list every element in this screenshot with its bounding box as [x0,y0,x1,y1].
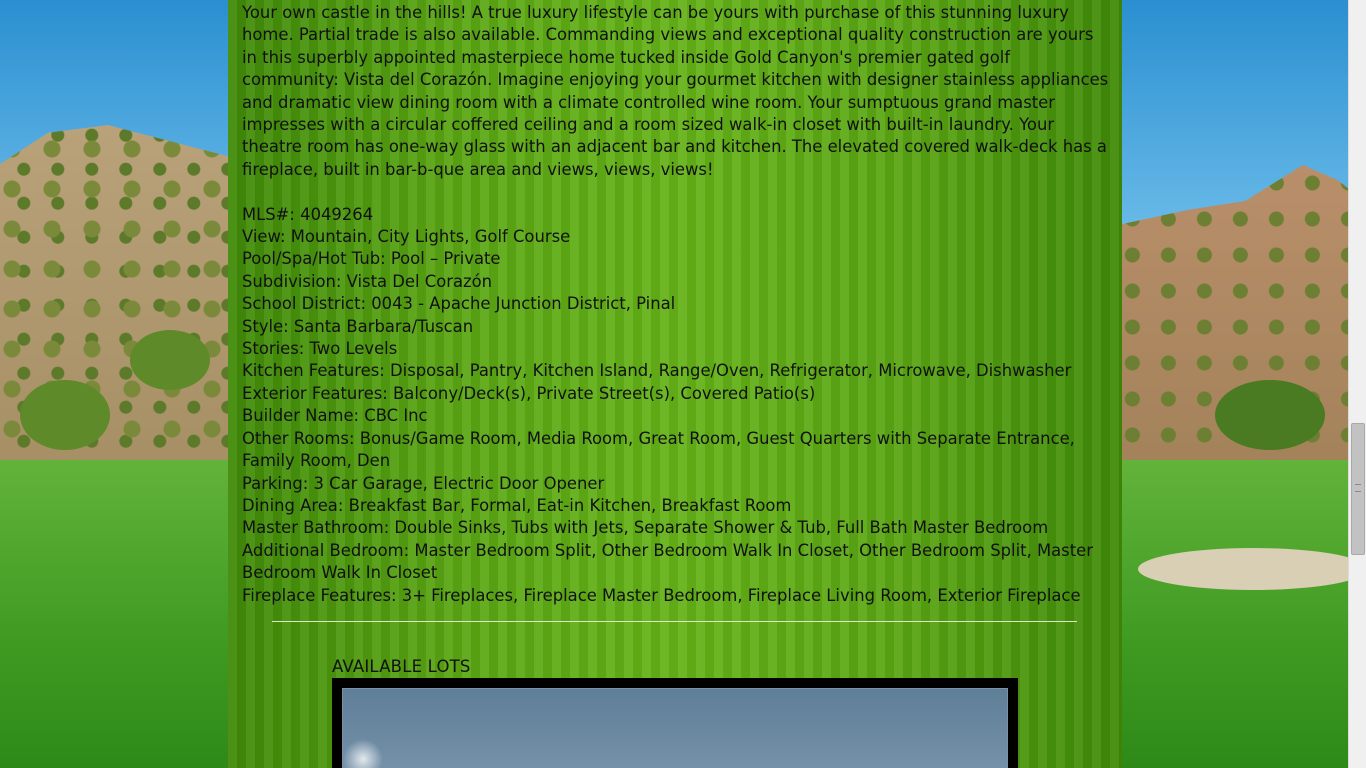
feature-stories: Stories: Two Levels [242,339,398,359]
feature-fireplace: Fireplace Features: 3+ Fireplaces, Firep… [242,585,1081,605]
lot-photo[interactable] [342,688,1008,768]
available-lots-heading: AVAILABLE LOTS [332,657,471,676]
feature-view: View: Mountain, City Lights, Golf Course [242,227,571,247]
feature-dining: Dining Area: Breakfast Bar, Formal, Eat-… [242,495,792,515]
features-list: MLS#: 4049264 View: Mountain, City Light… [242,204,1112,607]
feature-mls: MLS#: 4049264 [242,204,374,224]
tree [130,330,210,390]
cloud [343,739,383,768]
feature-exterior: Exterior Features: Balcony/Deck(s), Priv… [242,383,816,403]
vertical-scrollbar[interactable] [1348,0,1366,768]
feature-style: Style: Santa Barbara/Tuscan [242,316,474,336]
feature-other-rooms: Other Rooms: Bonus/Game Room, Media Room… [242,428,1075,471]
feature-school-district: School District: 0043 - Apache Junction … [242,294,676,314]
listing-details: Your own castle in the hills! A true lux… [242,2,1112,607]
feature-parking: Parking: 3 Car Garage, Electric Door Ope… [242,473,605,493]
feature-kitchen: Kitchen Features: Disposal, Pantry, Kitc… [242,361,1072,381]
listing-description: Your own castle in the hills! A true lux… [242,3,1109,179]
section-divider [272,621,1077,622]
scrollbar-thumb[interactable] [1351,423,1365,555]
feature-master-bath: Master Bathroom: Double Sinks, Tubs with… [242,518,1049,538]
sand-bunker [1138,548,1366,590]
main-content-column: Your own castle in the hills! A true lux… [228,0,1122,768]
feature-builder: Builder Name: CBC Inc [242,406,428,426]
feature-subdivision: Subdivision: Vista Del Corazón [242,271,493,291]
available-lots-slideshow[interactable] [332,678,1018,768]
desert-hillside-left [0,125,240,515]
scrollbar-grip-icon [1355,484,1361,492]
tree [20,380,110,450]
feature-additional-bedroom: Additional Bedroom: Master Bedroom Split… [242,540,1093,583]
tree [1215,380,1325,450]
feature-pool: Pool/Spa/Hot Tub: Pool – Private [242,249,501,269]
